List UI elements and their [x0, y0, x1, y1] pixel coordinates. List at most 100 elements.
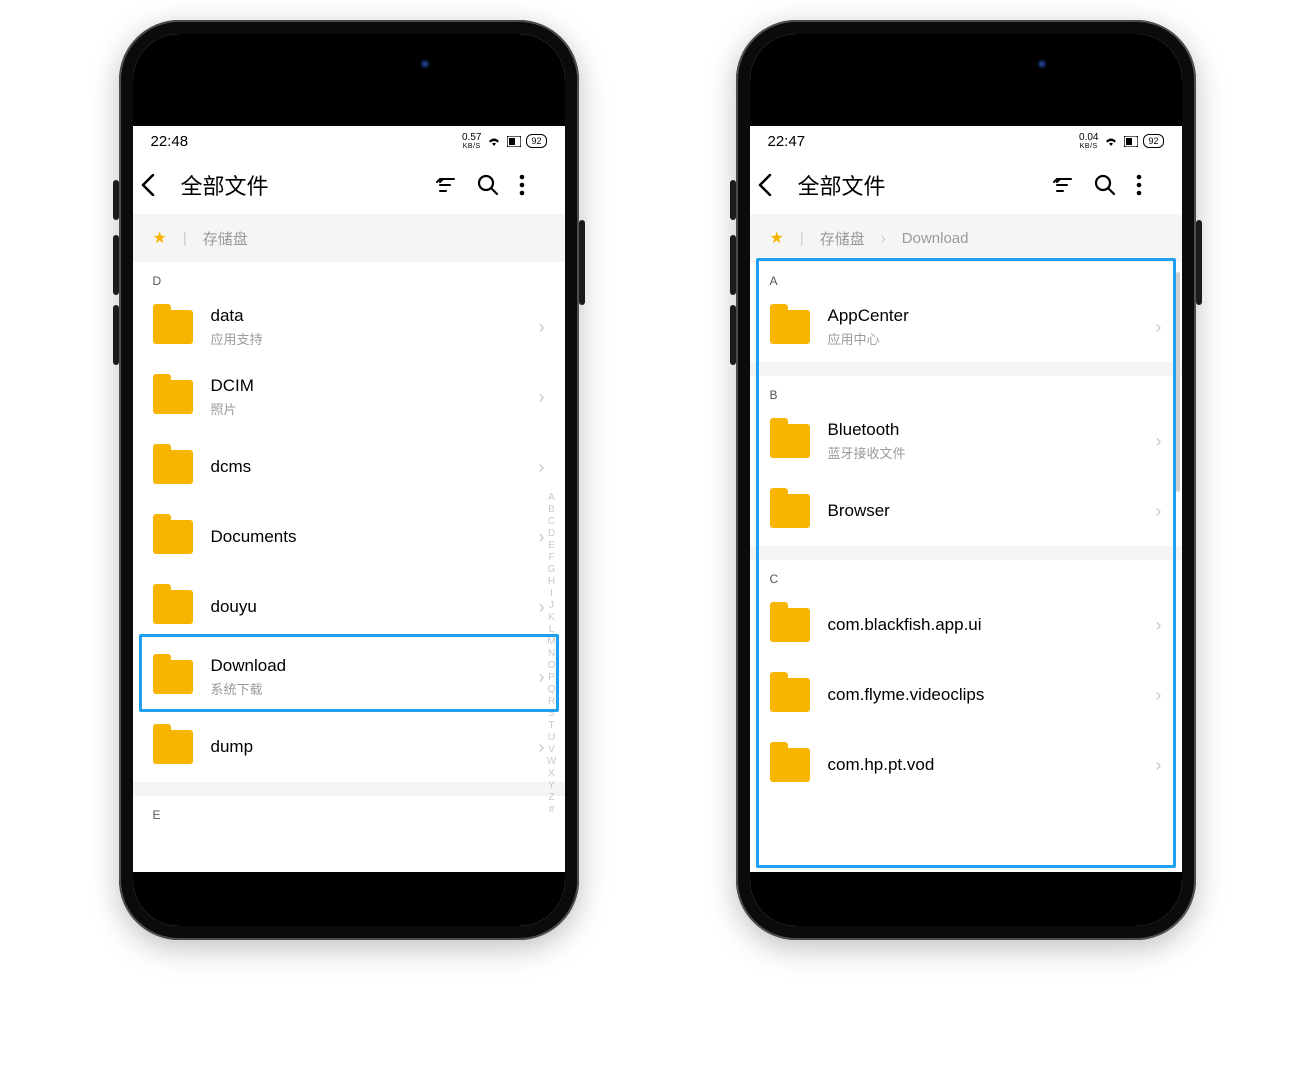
- folder-row-download[interactable]: Download 系统下载 ›: [133, 642, 565, 712]
- app-header: 全部文件: [133, 156, 565, 214]
- status-time: 22:47: [768, 133, 806, 150]
- chevron-right-icon: ›: [539, 387, 545, 408]
- folder-row-videoclips[interactable]: com.flyme.videoclips ›: [750, 660, 1182, 730]
- breadcrumb[interactable]: ★ | 存储盘: [133, 214, 565, 262]
- folder-name: com.hp.pt.vod: [828, 755, 1138, 775]
- chevron-right-icon: ›: [539, 667, 545, 688]
- section-divider: [750, 362, 1182, 376]
- folder-row-douyu[interactable]: douyu ›: [133, 572, 565, 642]
- network-speed: 0.04KB/S: [1079, 133, 1098, 150]
- section-letter: A: [750, 262, 1182, 292]
- back-button[interactable]: [758, 174, 790, 196]
- back-button[interactable]: [141, 174, 173, 196]
- volume-down: [113, 305, 119, 365]
- folder-name: dcms: [211, 457, 521, 477]
- battery-icon: 92: [1143, 134, 1163, 148]
- bezel-top: [133, 34, 565, 126]
- folder-icon: [153, 730, 193, 764]
- folder-row-hpptvod[interactable]: com.hp.pt.vod ›: [750, 730, 1182, 800]
- folder-sub: 照片: [211, 399, 521, 418]
- folder-name: DCIM: [211, 376, 521, 396]
- phone-left: 22:48 0.57KB/S 92: [119, 20, 579, 940]
- folder-icon: [153, 380, 193, 414]
- folder-row-blackfish[interactable]: com.blackfish.app.ui ›: [750, 590, 1182, 660]
- folder-name: com.blackfish.app.ui: [828, 615, 1138, 635]
- status-right: 0.04KB/S 92: [1079, 133, 1163, 150]
- app-content: 22:48 0.57KB/S 92: [133, 126, 565, 872]
- chevron-right-icon: ›: [1156, 685, 1162, 706]
- section-letter: E: [133, 796, 565, 826]
- search-icon[interactable]: [477, 174, 511, 196]
- folder-name: Documents: [211, 527, 521, 547]
- more-icon[interactable]: [519, 174, 553, 196]
- section-letter: B: [750, 376, 1182, 406]
- app-content: 22:47 0.04KB/S 92: [750, 126, 1182, 872]
- folder-icon: [770, 748, 810, 782]
- chevron-right-icon: ›: [1156, 615, 1162, 636]
- folder-sub: 系统下载: [211, 679, 521, 698]
- chevron-right-icon: ›: [1156, 431, 1162, 452]
- folder-row-dcms[interactable]: dcms ›: [133, 432, 565, 502]
- folder-icon: [770, 424, 810, 458]
- section-divider: [133, 782, 565, 796]
- folder-row-browser[interactable]: Browser ›: [750, 476, 1182, 546]
- folder-row-bluetooth[interactable]: Bluetooth 蓝牙接收文件 ›: [750, 406, 1182, 476]
- crumb-current[interactable]: Download: [902, 230, 969, 247]
- bezel-bottom: [133, 872, 565, 926]
- chevron-right-icon: ›: [539, 317, 545, 338]
- folder-name: data: [211, 306, 521, 326]
- chevron-right-icon: ›: [1156, 501, 1162, 522]
- page-title: 全部文件: [798, 169, 1044, 201]
- section-letter: D: [133, 262, 565, 292]
- status-bar: 22:48 0.57KB/S 92: [133, 126, 565, 156]
- folder-icon: [153, 520, 193, 554]
- power-button: [1196, 220, 1202, 305]
- folder-icon: [153, 590, 193, 624]
- folder-list[interactable]: A AppCenter应用中心 › B Bluetooth 蓝牙接收文件 › Br…: [750, 262, 1182, 872]
- folder-icon: [770, 310, 810, 344]
- chevron-right-icon: ›: [881, 230, 886, 247]
- folder-row-dcim[interactable]: DCIM 照片 ›: [133, 362, 565, 432]
- chevron-right-icon: ›: [1156, 317, 1162, 338]
- sort-icon[interactable]: [435, 176, 469, 194]
- volume-down: [730, 305, 736, 365]
- crumb-sep: |: [183, 230, 187, 247]
- battery-icon: 92: [526, 134, 546, 148]
- folder-list[interactable]: D data 应用支持 › DCIM 照片 › dcms ›: [133, 262, 565, 872]
- chevron-right-icon: ›: [539, 597, 545, 618]
- breadcrumb[interactable]: ★ | 存储盘 › Download: [750, 214, 1182, 262]
- folder-icon: [153, 450, 193, 484]
- bezel-top: [750, 34, 1182, 126]
- folder-icon: [153, 310, 193, 344]
- folder-row-dump[interactable]: dump ›: [133, 712, 565, 782]
- search-icon[interactable]: [1094, 174, 1128, 196]
- chevron-right-icon: ›: [539, 737, 545, 758]
- app-header: 全部文件: [750, 156, 1182, 214]
- bezel-bottom: [750, 872, 1182, 926]
- chevron-right-icon: ›: [1156, 755, 1162, 776]
- folder-name: Bluetooth: [828, 420, 1138, 440]
- crumb-root[interactable]: 存储盘: [820, 228, 865, 249]
- folder-row-documents[interactable]: Documents ›: [133, 502, 565, 572]
- sim-icon: [507, 136, 521, 147]
- more-icon[interactable]: [1136, 174, 1170, 196]
- folder-sub: 蓝牙接收文件: [828, 443, 1138, 462]
- sort-icon[interactable]: [1052, 176, 1086, 194]
- folder-row-data[interactable]: data 应用支持 ›: [133, 292, 565, 362]
- status-time: 22:48: [151, 133, 189, 150]
- phone-right: 22:47 0.04KB/S 92: [736, 20, 1196, 940]
- folder-name: Download: [211, 656, 521, 676]
- scrollbar[interactable]: [1176, 272, 1180, 492]
- chevron-right-icon: ›: [539, 457, 545, 478]
- star-icon: ★: [153, 228, 167, 248]
- folder-icon: [770, 608, 810, 642]
- screen: 22:48 0.57KB/S 92: [133, 34, 565, 926]
- volume-up: [730, 235, 736, 295]
- crumb-root[interactable]: 存储盘: [203, 228, 248, 249]
- folder-row-appcenter[interactable]: AppCenter应用中心 ›: [750, 292, 1182, 362]
- wifi-icon: [1103, 135, 1119, 147]
- folder-icon: [770, 494, 810, 528]
- sim-icon: [1124, 136, 1138, 147]
- folder-sub: 应用支持: [211, 329, 521, 348]
- screen: 22:47 0.04KB/S 92: [750, 34, 1182, 926]
